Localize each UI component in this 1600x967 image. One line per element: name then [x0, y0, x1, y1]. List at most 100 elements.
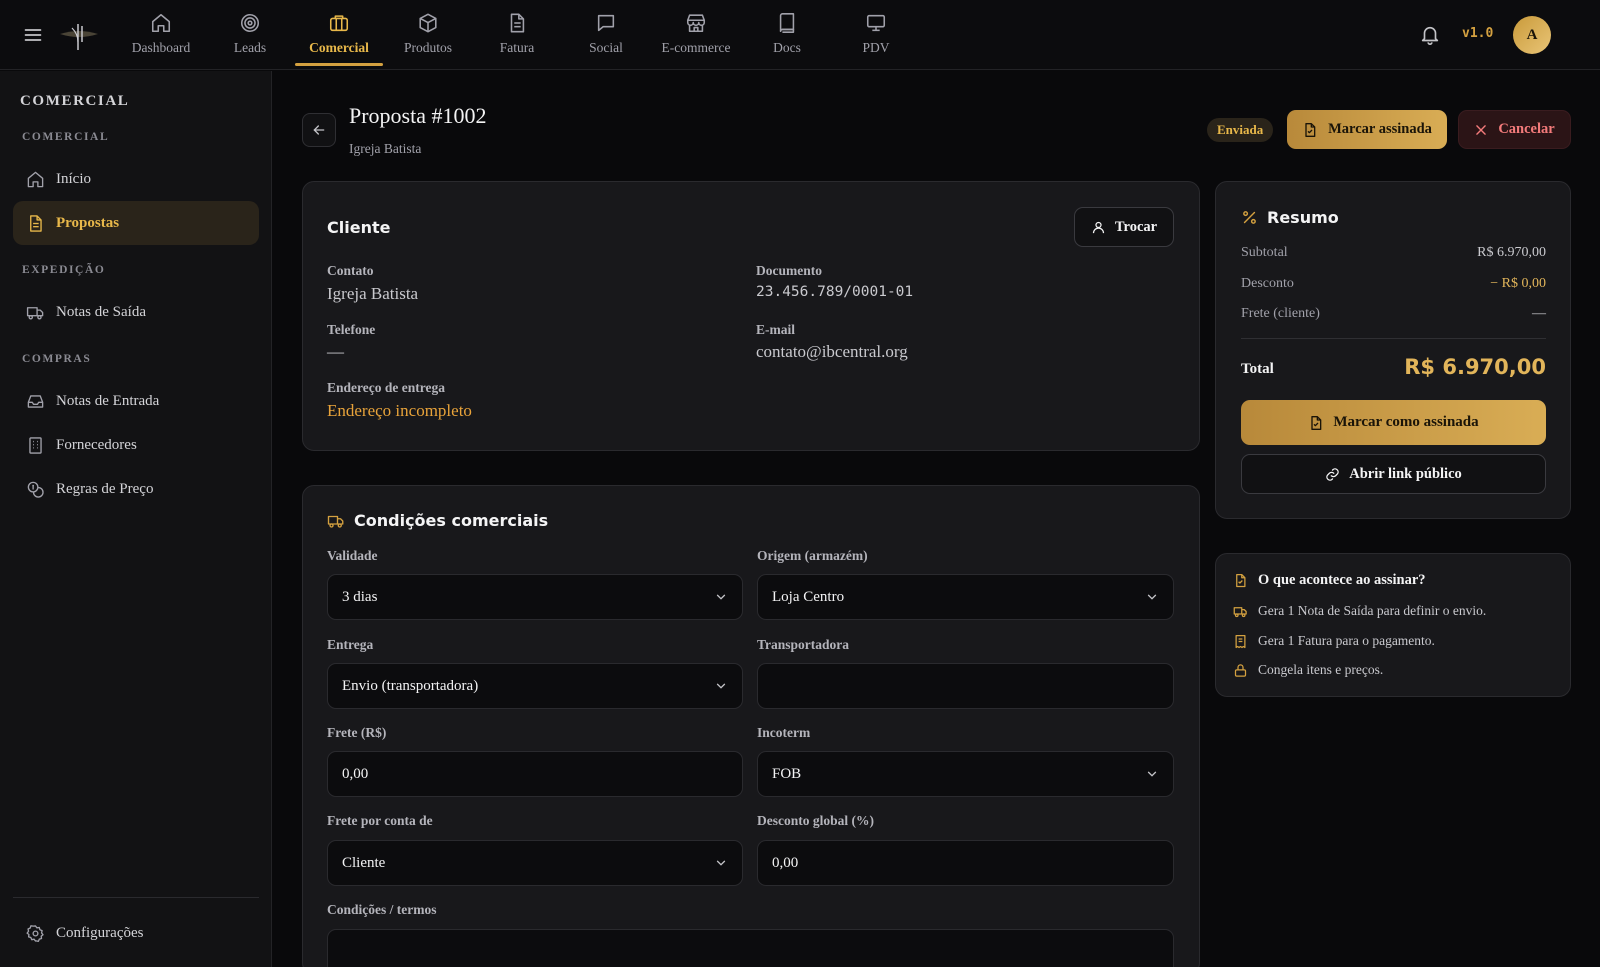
sidebar: COMERCIAL COMERCIAL Início Propostas EXP… — [0, 71, 272, 967]
nav-label: E-commerce — [661, 40, 731, 55]
sidebar-item-label: Propostas — [56, 214, 120, 231]
sidebar-item-label: Notas de Entrada — [56, 392, 160, 409]
chevron-down-icon — [714, 590, 728, 604]
origin-label: Origem (armazém) — [757, 548, 868, 563]
nav-docs[interactable]: Docs — [743, 0, 831, 66]
sidebar-item-label: Configurações — [56, 924, 144, 941]
validity-select[interactable]: 3 dias — [327, 574, 743, 620]
commercial-conditions-card — [302, 485, 1200, 967]
freight-payer-label: Frete por conta de — [327, 813, 433, 828]
document-label: Documento — [756, 263, 822, 278]
home-icon — [25, 169, 45, 189]
freight-summary-label: Frete (cliente) — [1241, 306, 1320, 321]
nav-comercial[interactable]: Comercial — [295, 0, 383, 66]
lock-icon — [1233, 663, 1248, 678]
user-avatar[interactable]: A — [1513, 16, 1551, 54]
truck-icon — [25, 302, 45, 322]
freight-value: 0,00 — [342, 765, 369, 782]
freight-summary-value: — — [1532, 306, 1546, 321]
swap-client-label: Trocar — [1114, 218, 1158, 235]
page-title: Proposta #1002 — [349, 103, 487, 128]
bell-icon[interactable] — [1418, 23, 1442, 47]
message-square-icon — [562, 11, 650, 35]
sidebar-item-regras-preco[interactable]: Regras de Preço — [13, 467, 259, 511]
hamburger-menu-icon[interactable] — [22, 24, 44, 46]
incoterm-select[interactable]: FOB — [757, 751, 1174, 797]
subtotal-value: R$ 6.970,00 — [1477, 245, 1546, 260]
sidebar-item-inicio[interactable]: Início — [13, 157, 259, 201]
terms-textarea[interactable] — [327, 929, 1174, 967]
contact-value: Igreja Batista — [327, 284, 419, 303]
sidebar-item-label: Fornecedores — [56, 436, 137, 453]
info-item-text: Gera 1 Nota de Saída para definir o envi… — [1258, 603, 1487, 618]
contact-label: Contato — [327, 263, 374, 278]
global-discount-input[interactable]: 0,00 — [757, 840, 1174, 886]
mark-signed-button[interactable]: Marcar assinada — [1287, 110, 1447, 149]
chevron-down-icon — [714, 679, 728, 693]
sidebar-item-configuracoes[interactable]: Configurações — [13, 911, 259, 955]
incoterm-label: Incoterm — [757, 725, 811, 740]
origin-select[interactable]: Loja Centro — [757, 574, 1174, 620]
phone-label: Telefone — [327, 322, 376, 337]
info-item-text: Congela itens e preços. — [1258, 662, 1384, 677]
freight-input[interactable]: 0,00 — [327, 751, 743, 797]
nav-label: Comercial — [309, 40, 369, 55]
freight-label: Frete (R$) — [327, 725, 387, 740]
file-check-icon — [1302, 122, 1318, 138]
address-warning[interactable]: Endereço incompleto — [327, 401, 472, 421]
sidebar-group-expedicao: EXPEDIÇÃO — [22, 264, 106, 276]
nav-label: Social — [589, 40, 623, 55]
book-icon — [743, 11, 831, 35]
delivery-label: Entrega — [327, 637, 374, 652]
nav-ecommerce[interactable]: E-commerce — [652, 0, 740, 66]
subtotal-row: Subtotal R$ 6.970,00 — [1241, 245, 1546, 261]
status-badge: Enviada — [1207, 118, 1274, 142]
sidebar-item-notas-saida[interactable]: Notas de Saída — [13, 290, 259, 334]
receipt-icon — [1233, 634, 1248, 649]
nav-fatura[interactable]: Fatura — [473, 0, 561, 66]
swap-client-button[interactable]: Trocar — [1074, 207, 1174, 247]
cancel-button[interactable]: Cancelar — [1458, 110, 1571, 149]
nav-label: Produtos — [403, 40, 452, 55]
conditions-title: Condições comerciais — [354, 511, 549, 530]
nav-leads[interactable]: Leads — [206, 0, 294, 66]
arrow-left-icon — [311, 122, 327, 138]
open-public-link-label: Abrir link público — [1349, 465, 1462, 482]
info-item: Gera 1 Nota de Saída para definir o envi… — [1233, 603, 1486, 619]
nav-label: Dashboard — [131, 40, 191, 55]
subtotal-label: Subtotal — [1241, 245, 1288, 260]
open-public-link-button[interactable]: Abrir link público — [1241, 454, 1546, 494]
brand-logo[interactable] — [58, 20, 100, 52]
freight-payer-select[interactable]: Cliente — [327, 840, 743, 886]
mark-as-signed-button[interactable]: Marcar como assinada — [1241, 400, 1546, 445]
delivery-select[interactable]: Envio (transportadora) — [327, 663, 743, 709]
validity-label: Validade — [327, 548, 378, 563]
sidebar-item-notas-entrada[interactable]: Notas de Entrada — [13, 379, 259, 423]
file-check-icon — [1308, 415, 1324, 431]
chevron-down-icon — [1145, 590, 1159, 604]
sidebar-item-propostas[interactable]: Propostas — [13, 201, 259, 245]
nav-produtos[interactable]: Produtos — [384, 0, 472, 66]
discount-label: Desconto — [1241, 276, 1294, 291]
user-icon — [1091, 220, 1106, 235]
delivery-value: Envio (transportadora) — [342, 677, 479, 694]
close-icon — [1474, 123, 1488, 137]
sidebar-item-fornecedores[interactable]: Fornecedores — [13, 423, 259, 467]
discount-row: Desconto − R$ 0,00 — [1241, 276, 1546, 292]
carrier-input[interactable] — [757, 663, 1174, 709]
truck-icon — [327, 512, 345, 530]
nav-dashboard[interactable]: Dashboard — [117, 0, 205, 66]
cancel-label: Cancelar — [1498, 121, 1555, 137]
version-label: v1.0 — [1462, 26, 1494, 41]
back-button[interactable] — [302, 113, 336, 147]
incoterm-value: FOB — [772, 765, 802, 782]
nav-pdv[interactable]: PDV — [832, 0, 920, 66]
sidebar-group-comercial: COMERCIAL — [22, 131, 110, 143]
nav-label: Leads — [233, 40, 267, 55]
summary-title: Resumo — [1267, 208, 1339, 227]
validity-value: 3 dias — [342, 588, 378, 605]
nav-social[interactable]: Social — [562, 0, 650, 66]
link-icon — [1325, 467, 1340, 482]
sidebar-divider — [13, 897, 259, 898]
info-item-text: Gera 1 Fatura para o pagamento. — [1258, 633, 1435, 648]
